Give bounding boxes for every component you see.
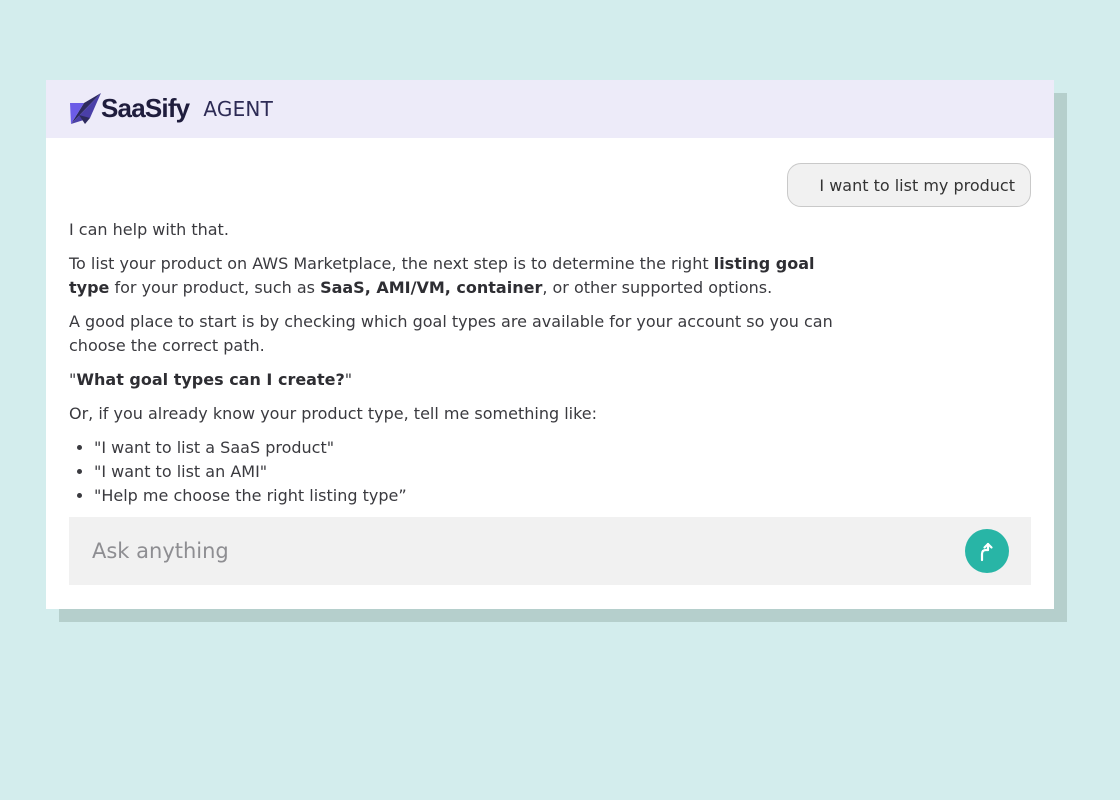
reply-bold-text: SaaS, AMI/VM, container bbox=[320, 278, 543, 297]
suggestion-list: "I want to list a SaaS product" "I want … bbox=[69, 436, 849, 508]
user-message-text: I want to list my product bbox=[819, 175, 1015, 195]
product-label: AGENT bbox=[203, 97, 274, 121]
assistant-reply: I can help with that. To list your produ… bbox=[69, 218, 849, 508]
ask-input[interactable] bbox=[69, 517, 949, 585]
logo-mark-icon bbox=[70, 93, 101, 124]
user-message-bubble: I want to list my product bbox=[787, 163, 1031, 207]
reply-intro: I can help with that. bbox=[69, 220, 229, 239]
reply-paragraph-listing: To list your product on AWS Marketplace,… bbox=[69, 252, 849, 300]
quote-mark: " bbox=[344, 370, 353, 389]
reply-paragraph-start: A good place to start is by checking whi… bbox=[69, 312, 833, 355]
arrow-up-right-icon bbox=[980, 542, 993, 562]
reply-suggested-question: "What goal types can I create?" bbox=[69, 368, 849, 392]
suggestion-item: "Help me choose the right listing type” bbox=[94, 484, 849, 508]
suggestion-item: "I want to list a SaaS product" bbox=[94, 436, 849, 460]
reply-text: , or other supported options. bbox=[542, 278, 773, 297]
reply-paragraph-alternative: Or, if you already know your product typ… bbox=[69, 404, 598, 423]
send-button[interactable] bbox=[965, 529, 1009, 573]
chat-window: SaaSify AGENT I want to list my product … bbox=[46, 80, 1054, 609]
reply-text: To list your product on AWS Marketplace,… bbox=[69, 254, 714, 273]
brand-name: SaaSify bbox=[101, 92, 190, 123]
app-header: SaaSify AGENT bbox=[46, 80, 1054, 138]
reply-bold-text: What goal types can I create? bbox=[76, 370, 345, 389]
message-composer bbox=[69, 517, 1031, 585]
reply-text: for your product, such as bbox=[109, 278, 321, 297]
suggestion-item: "I want to list an AMI" bbox=[94, 460, 849, 484]
